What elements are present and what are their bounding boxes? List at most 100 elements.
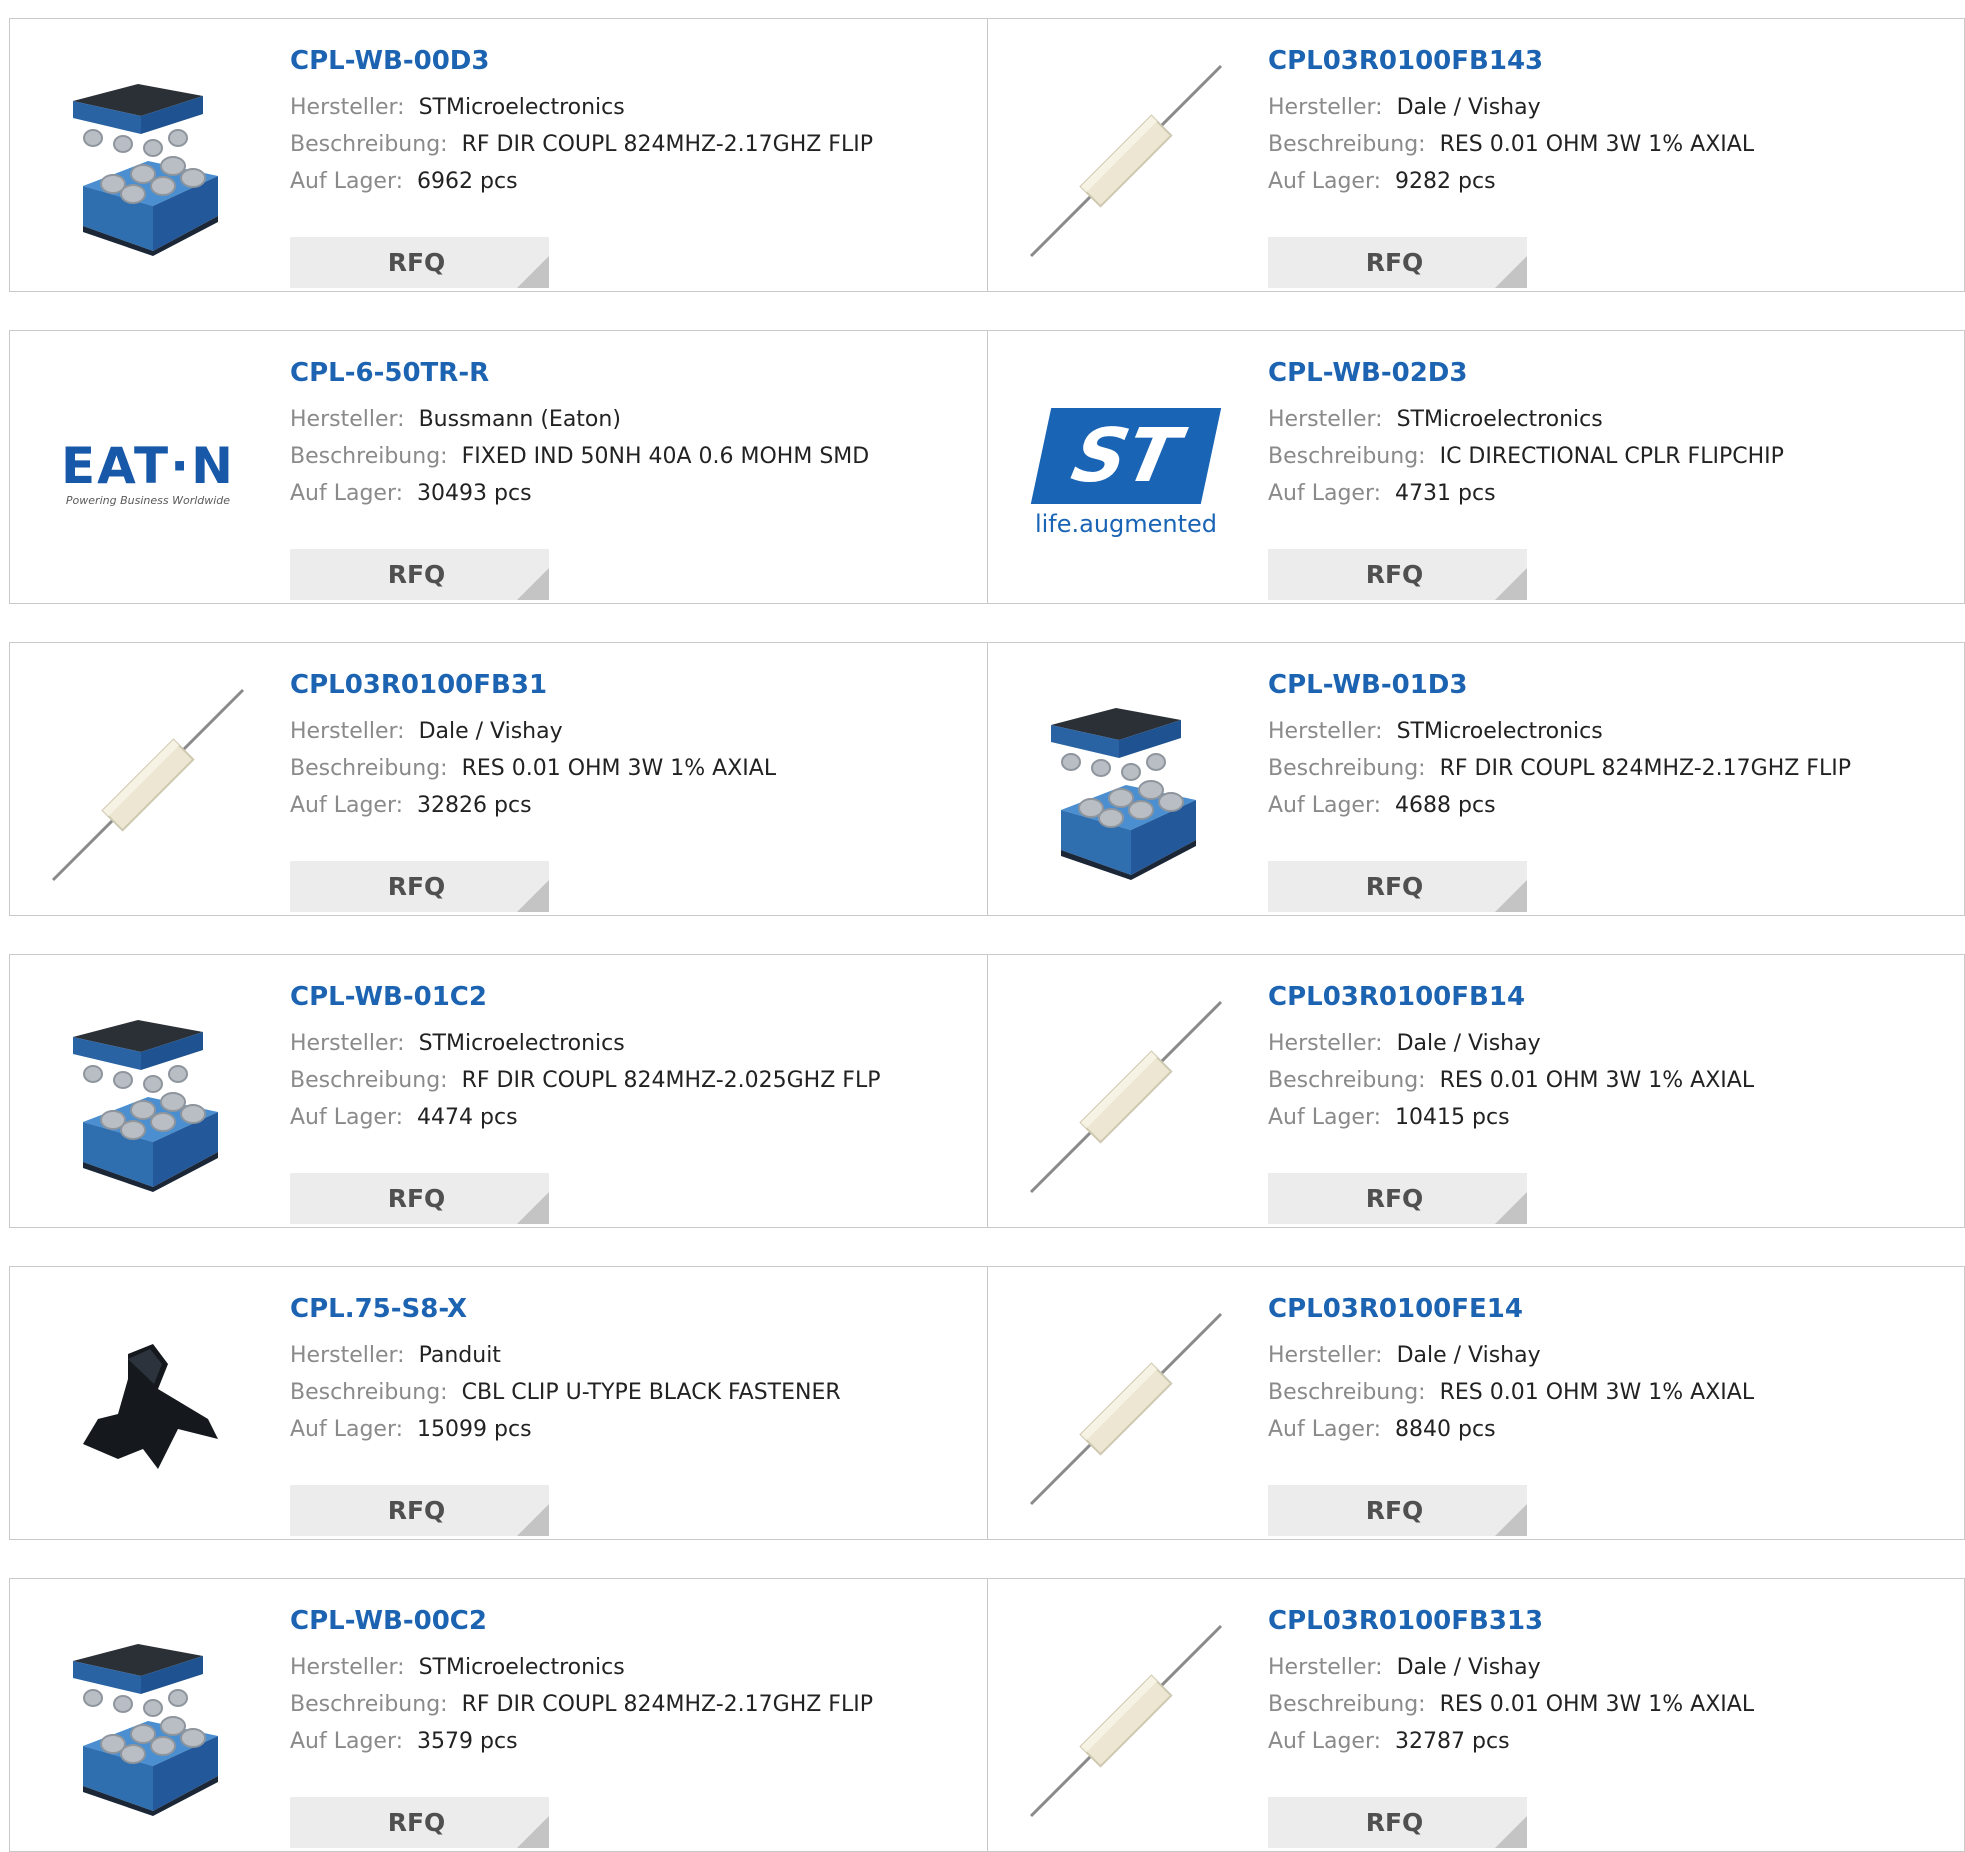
product-image[interactable]: [48, 1309, 248, 1509]
part-number-link[interactable]: CPL03R0100FB31: [290, 669, 977, 701]
product-row: CPL03R0100FB31 Hersteller: Dale / Vishay …: [9, 642, 1965, 916]
rfq-button[interactable]: RFQ: [1268, 549, 1527, 600]
axial-resistor-icon: [1029, 64, 1223, 258]
description-label: Beschreibung:: [290, 132, 448, 157]
product-row: CPL-WB-00C2 Hersteller: STMicroelectronic…: [9, 1578, 1965, 1852]
stock-label: Auf Lager:: [290, 793, 404, 818]
rfq-button[interactable]: RFQ: [290, 1797, 549, 1848]
part-number-link[interactable]: CPL-WB-00D3: [290, 45, 977, 77]
description-value: RES 0.01 OHM 3W 1% AXIAL: [461, 756, 777, 781]
description-value: RES 0.01 OHM 3W 1% AXIAL: [1439, 1380, 1755, 1405]
stock-line: Auf Lager: 3579 pcs: [290, 1723, 977, 1760]
manufacturer-line: Hersteller: STMicroelectronics: [1268, 401, 1954, 438]
manufacturer-value: STMicroelectronics: [418, 95, 625, 120]
chip-package-icon: [73, 1020, 218, 1192]
product-grid: CPL-WB-00D3 Hersteller: STMicroelectronic…: [0, 0, 1965, 1852]
part-number-link[interactable]: CPL-WB-01D3: [1268, 669, 1954, 701]
description-label: Beschreibung:: [290, 444, 448, 469]
product-image[interactable]: [1026, 1309, 1226, 1509]
product-image[interactable]: [48, 685, 248, 885]
stock-label: Auf Lager:: [290, 1729, 404, 1754]
manufacturer-label: Hersteller:: [1268, 1031, 1383, 1056]
manufacturer-label: Hersteller:: [1268, 95, 1383, 120]
rfq-button-label: RFQ: [1365, 1496, 1424, 1525]
stock-line: Auf Lager: 15099 pcs: [290, 1411, 977, 1448]
logo-tagline: Powering Business Worldwide: [65, 493, 231, 507]
part-number-link[interactable]: CPL-WB-02D3: [1268, 357, 1954, 389]
description-line: Beschreibung: RES 0.01 OHM 3W 1% AXIAL: [1268, 1374, 1954, 1411]
rfq-corner-decoration: [517, 568, 549, 600]
product-info: CPL03R0100FB31 Hersteller: Dale / Vishay …: [290, 669, 977, 824]
stock-value: 4731 pcs: [1395, 481, 1496, 506]
rfq-button[interactable]: RFQ: [290, 861, 549, 912]
description-value: RES 0.01 OHM 3W 1% AXIAL: [1439, 1068, 1755, 1093]
part-number-link[interactable]: CPL-6-50TR-R: [290, 357, 977, 389]
rfq-button[interactable]: RFQ: [290, 1173, 549, 1224]
product-card: CPL03R0100FB313 Hersteller: Dale / Vishay…: [987, 1579, 1964, 1851]
product-image[interactable]: EAT·N Powering Business Worldwide: [48, 373, 248, 573]
product-image[interactable]: [1026, 685, 1226, 885]
rfq-button[interactable]: RFQ: [1268, 861, 1527, 912]
stock-value: 32826 pcs: [417, 793, 532, 818]
description-value: RES 0.01 OHM 3W 1% AXIAL: [1439, 132, 1755, 157]
stock-label: Auf Lager:: [1268, 1417, 1382, 1442]
description-value: RF DIR COUPL 824MHZ-2.025GHZ FLP: [461, 1068, 881, 1093]
stock-label: Auf Lager:: [1268, 1729, 1382, 1754]
product-image[interactable]: [1026, 61, 1226, 261]
rfq-corner-decoration: [1495, 568, 1527, 600]
manufacturer-value: Dale / Vishay: [1396, 1343, 1541, 1368]
logo-wordmark: ST: [1030, 408, 1222, 504]
stock-value: 15099 pcs: [417, 1417, 532, 1442]
rfq-button-label: RFQ: [1365, 248, 1424, 277]
product-image[interactable]: [1026, 997, 1226, 1197]
rfq-button[interactable]: RFQ: [1268, 1173, 1527, 1224]
stock-line: Auf Lager: 4731 pcs: [1268, 475, 1954, 512]
product-info: CPL03R0100FB14 Hersteller: Dale / Vishay …: [1268, 981, 1954, 1136]
description-label: Beschreibung:: [290, 756, 448, 781]
rfq-button-label: RFQ: [387, 872, 446, 901]
axial-resistor-icon: [1029, 1624, 1223, 1818]
manufacturer-line: Hersteller: Dale / Vishay: [1268, 89, 1954, 126]
part-number-link[interactable]: CPL.75-S8-X: [290, 1293, 977, 1325]
rfq-button[interactable]: RFQ: [1268, 1797, 1527, 1848]
rfq-button[interactable]: RFQ: [1268, 237, 1527, 288]
product-row: CPL.75-S8-X Hersteller: Panduit Beschreib…: [9, 1266, 1965, 1540]
part-number-link[interactable]: CPL03R0100FB313: [1268, 1605, 1954, 1637]
product-row: CPL-WB-01C2 Hersteller: STMicroelectronic…: [9, 954, 1965, 1228]
rfq-button[interactable]: RFQ: [290, 549, 549, 600]
description-line: Beschreibung: RF DIR COUPL 824MHZ-2.025GH…: [290, 1062, 977, 1099]
description-label: Beschreibung:: [290, 1380, 448, 1405]
product-image[interactable]: [48, 1621, 248, 1821]
rfq-corner-decoration: [1495, 256, 1527, 288]
part-number-link[interactable]: CPL03R0100FB14: [1268, 981, 1954, 1013]
manufacturer-line: Hersteller: Dale / Vishay: [1268, 1649, 1954, 1686]
product-info: CPL03R0100FE14 Hersteller: Dale / Vishay …: [1268, 1293, 1954, 1448]
product-image[interactable]: [48, 61, 248, 261]
description-label: Beschreibung:: [1268, 132, 1426, 157]
part-number-link[interactable]: CPL03R0100FE14: [1268, 1293, 1954, 1325]
product-image[interactable]: [1026, 1621, 1226, 1821]
description-label: Beschreibung:: [1268, 1068, 1426, 1093]
product-info: CPL-WB-00D3 Hersteller: STMicroelectronic…: [290, 45, 977, 200]
rfq-button[interactable]: RFQ: [1268, 1485, 1527, 1536]
stock-line: Auf Lager: 10415 pcs: [1268, 1099, 1954, 1136]
product-image[interactable]: [48, 997, 248, 1197]
product-card: CPL03R0100FB31 Hersteller: Dale / Vishay …: [10, 643, 987, 915]
rfq-button-label: RFQ: [1365, 1184, 1424, 1213]
description-label: Beschreibung:: [290, 1692, 448, 1717]
rfq-button[interactable]: RFQ: [290, 1485, 549, 1536]
product-image[interactable]: ST life.augmented: [1026, 373, 1226, 573]
logo-wordmark: EAT·N: [61, 436, 235, 495]
rfq-button[interactable]: RFQ: [290, 237, 549, 288]
part-number-link[interactable]: CPL03R0100FB143: [1268, 45, 1954, 77]
part-number-link[interactable]: CPL-WB-01C2: [290, 981, 977, 1013]
part-number-link[interactable]: CPL-WB-00C2: [290, 1605, 977, 1637]
rfq-corner-decoration: [1495, 1192, 1527, 1224]
st-logo: ST life.augmented: [1026, 408, 1226, 538]
product-card: CPL.75-S8-X Hersteller: Panduit Beschreib…: [10, 1267, 987, 1539]
manufacturer-value: Dale / Vishay: [1396, 95, 1541, 120]
stock-value: 30493 pcs: [417, 481, 532, 506]
manufacturer-value: STMicroelectronics: [1396, 407, 1603, 432]
description-line: Beschreibung: RF DIR COUPL 824MHZ-2.17GHZ…: [290, 1686, 977, 1723]
rfq-corner-decoration: [1495, 1504, 1527, 1536]
